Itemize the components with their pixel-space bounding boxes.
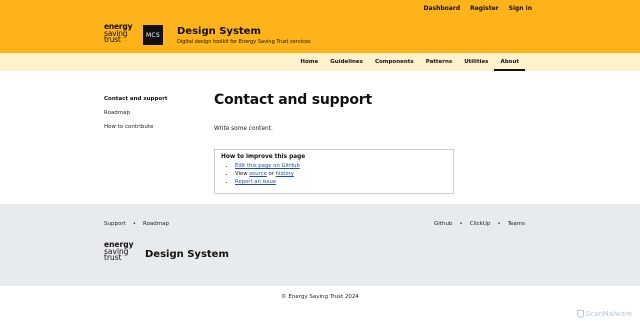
- mcs-logo[interactable]: MCS: [143, 25, 163, 45]
- footer-energy-saving-trust-logo[interactable]: energy saving trust: [104, 241, 133, 262]
- footer-title: Design System: [145, 249, 229, 260]
- view-source-link[interactable]: source: [249, 171, 267, 177]
- footer-separator: •: [497, 221, 501, 227]
- footer-support-link[interactable]: Support: [104, 221, 126, 227]
- list-item: View source or history: [235, 170, 447, 178]
- report-issue-link[interactable]: Report an issue: [235, 179, 276, 185]
- nav-patterns[interactable]: Patterns: [420, 53, 459, 71]
- improve-page-box: How to improve this page Edit this page …: [214, 149, 454, 194]
- page-title: Contact and support: [214, 92, 372, 108]
- sidenav-contact-and-support[interactable]: Contact and support: [104, 96, 168, 102]
- nav-home[interactable]: Home: [294, 53, 324, 71]
- body-text: Write some content.: [214, 126, 273, 132]
- footer-separator: •: [132, 221, 136, 227]
- list-item: Edit this page on GitHub: [235, 162, 447, 170]
- nav-components[interactable]: Components: [369, 53, 420, 71]
- nav-guidelines[interactable]: Guidelines: [324, 53, 369, 71]
- sidenav-how-to-contribute[interactable]: How to contribute: [104, 124, 168, 130]
- edit-on-github-link[interactable]: Edit this page on GitHub: [235, 163, 300, 169]
- side-nav: Contact and support Roadmap How to contr…: [104, 96, 168, 138]
- footer-clickup-link[interactable]: ClickUp: [470, 221, 491, 227]
- footer-right-links: Github • ClickUp • Teams: [434, 221, 525, 227]
- copyright: © Energy Saving Trust 2024: [281, 294, 359, 300]
- footer-github-link[interactable]: Github: [434, 221, 452, 227]
- improve-list: Edit this page on GitHub View source or …: [221, 162, 447, 186]
- footer-roadmap-link[interactable]: Roadmap: [143, 221, 169, 227]
- site-header: Dashboard Register Sign in energy saving…: [0, 0, 640, 53]
- site-tagline: Digital design toolkit for Energy Saving…: [177, 39, 311, 45]
- footer-teams-link[interactable]: Teams: [508, 221, 525, 227]
- sign-in-link[interactable]: Sign in: [509, 5, 532, 12]
- main-nav: Home Guidelines Components Patterns Util…: [0, 53, 640, 71]
- view-history-link[interactable]: history: [276, 171, 294, 177]
- sidenav-roadmap[interactable]: Roadmap: [104, 110, 168, 116]
- utility-nav: Dashboard Register Sign in: [424, 5, 532, 12]
- energy-saving-trust-logo[interactable]: energy saving trust: [104, 23, 132, 44]
- nav-utilities[interactable]: Utilities: [458, 53, 494, 71]
- improve-heading: How to improve this page: [221, 154, 306, 160]
- footer-separator: •: [459, 221, 463, 227]
- watermark: ScanMalware: [576, 310, 632, 318]
- shield-icon: [576, 310, 584, 318]
- nav-about[interactable]: About: [494, 53, 525, 71]
- register-link[interactable]: Register: [470, 5, 499, 12]
- site-title[interactable]: Design System: [177, 26, 261, 37]
- site-footer: Support • Roadmap Github • ClickUp • Tea…: [0, 204, 640, 286]
- dashboard-link[interactable]: Dashboard: [424, 5, 461, 12]
- list-item: Report an issue: [235, 178, 447, 186]
- footer-left-links: Support • Roadmap: [104, 221, 169, 227]
